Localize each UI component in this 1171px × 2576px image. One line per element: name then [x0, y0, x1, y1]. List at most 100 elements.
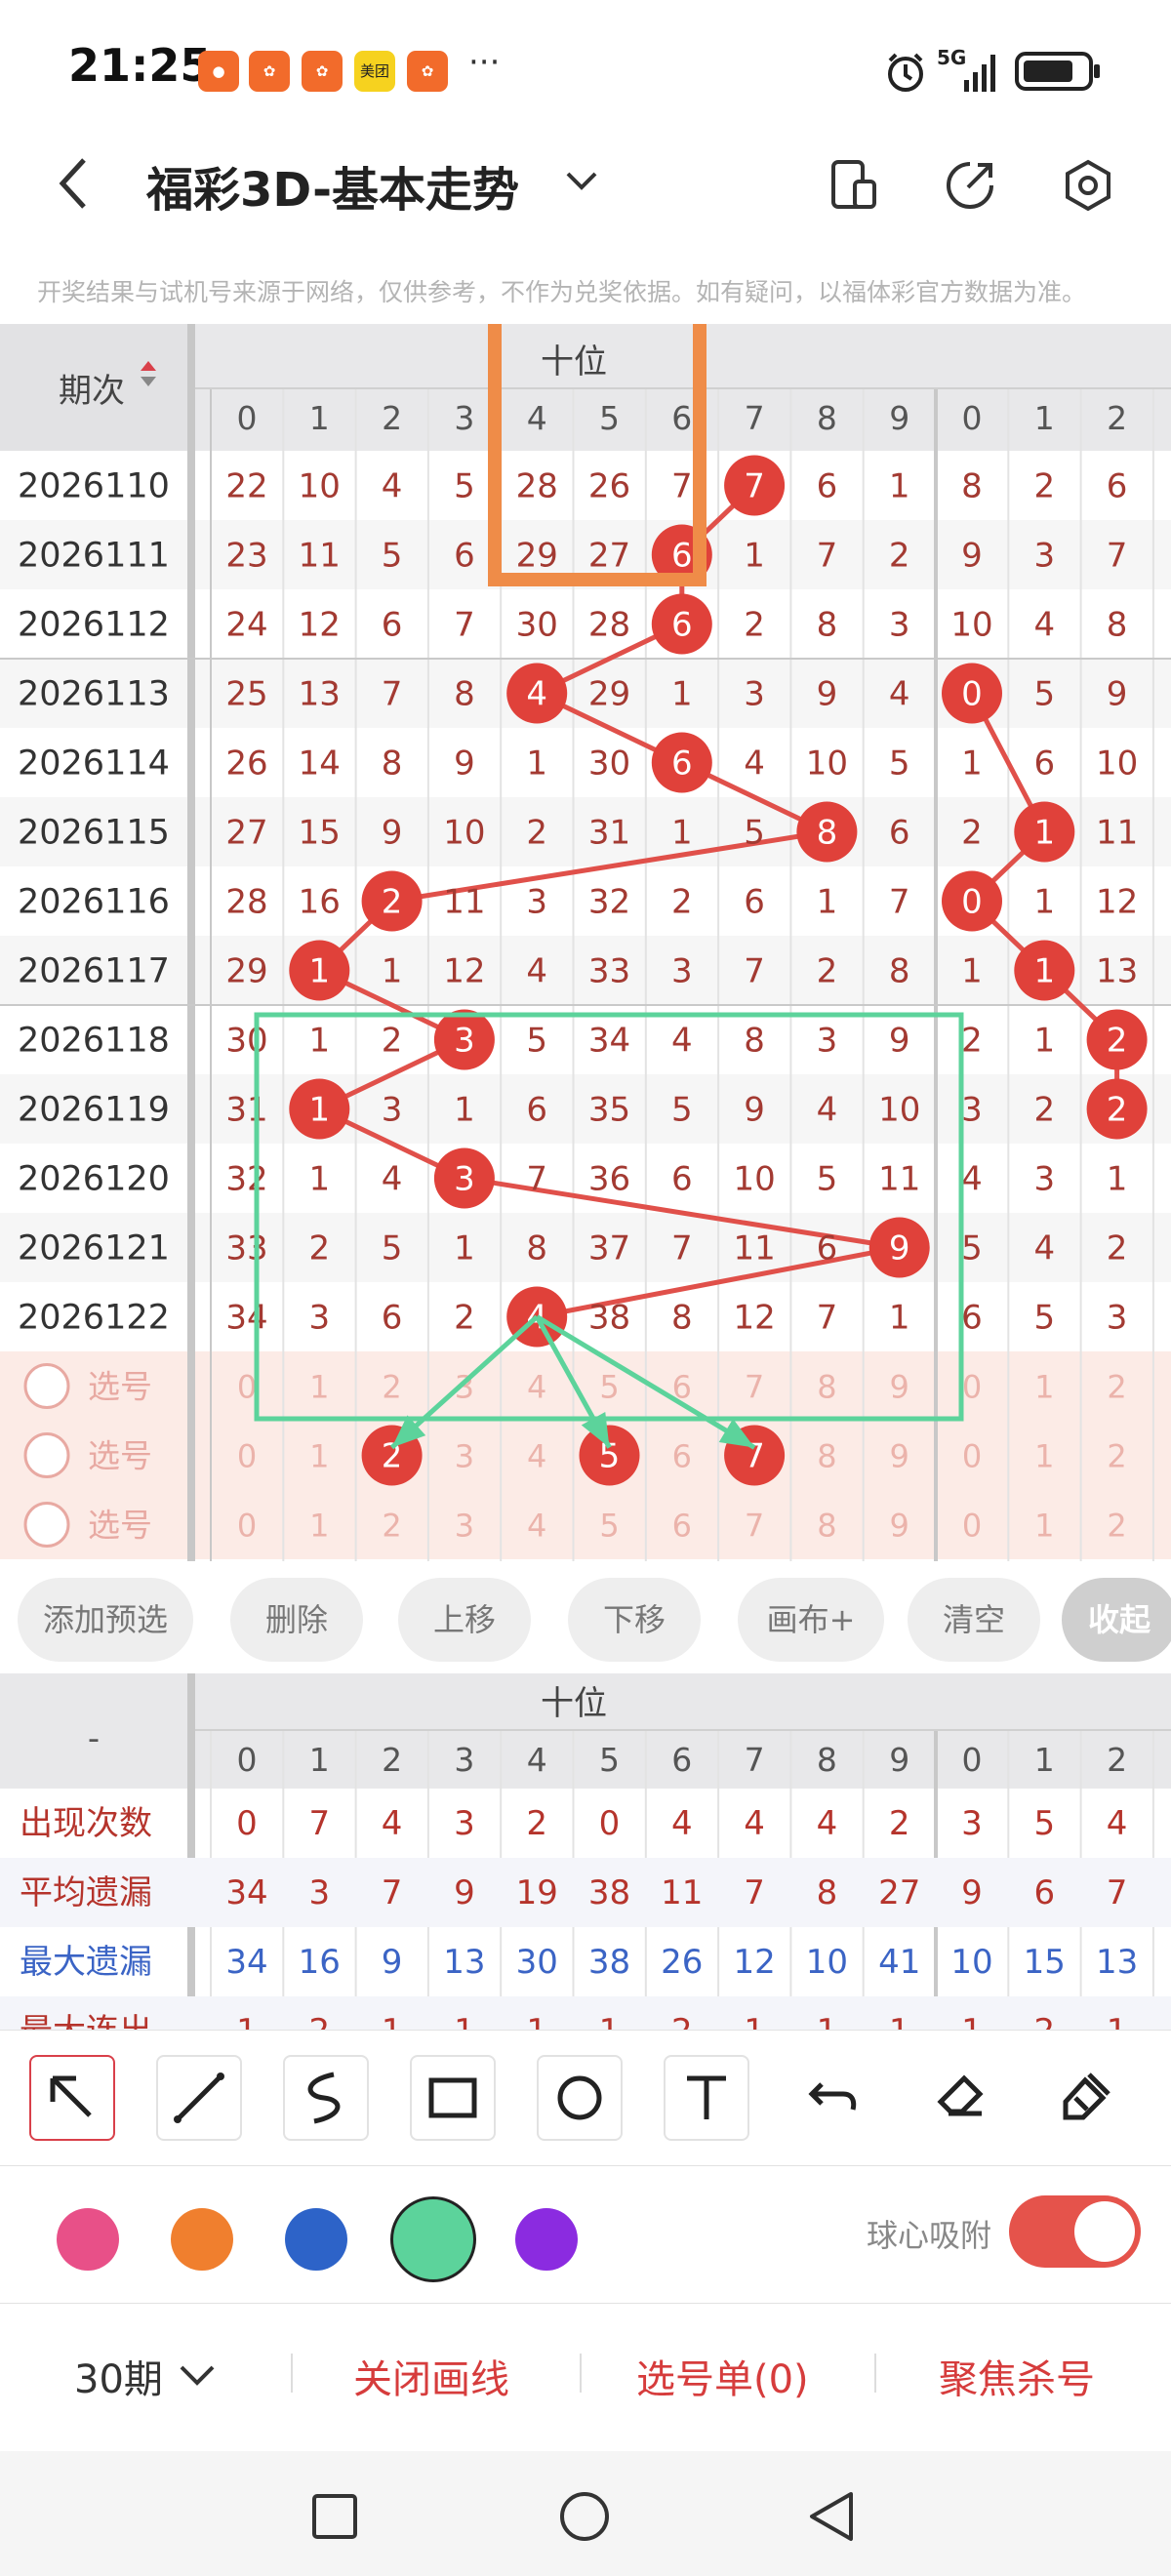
column-header: 5	[599, 399, 620, 437]
select-number[interactable]: 6	[672, 1438, 692, 1475]
back-nav-icon[interactable]	[806, 2490, 857, 2543]
canvas-plus-button[interactable]: 画布+	[738, 1578, 884, 1662]
select-number[interactable]: 0	[237, 1369, 257, 1406]
select-number[interactable]: 5	[599, 1508, 619, 1545]
chevron-down-icon[interactable]	[564, 166, 599, 195]
recent-apps-icon[interactable]	[310, 2492, 359, 2541]
select-number[interactable]: 0	[962, 1369, 982, 1406]
miss-count: 11	[443, 883, 485, 922]
brush-icon[interactable]	[1046, 2055, 1128, 2137]
trend-chart[interactable]: 期次十位0 1 2 3 4 5 6 7 8 9 0 1 22026110 22 10 4 5 28 26 7 7 6 1 8 2…	[0, 324, 1171, 1561]
select-number[interactable]: 4	[527, 1369, 546, 1406]
select-number[interactable]: 0	[962, 1438, 982, 1475]
select-number[interactable]: 7	[745, 1369, 764, 1406]
move-up-button[interactable]: 上移	[398, 1578, 531, 1662]
selection-list-button[interactable]: 选号单(0)	[636, 2348, 809, 2404]
select-number[interactable]: 8	[817, 1508, 836, 1545]
rectangle-icon[interactable]	[410, 2055, 496, 2141]
select-number[interactable]: 6	[672, 1508, 692, 1545]
stats-value: 4	[382, 1804, 403, 1843]
select-radio[interactable]	[23, 1363, 70, 1409]
text-icon[interactable]	[664, 2055, 749, 2141]
select-number[interactable]: 1	[1034, 1438, 1054, 1475]
miss-count: 29	[225, 952, 267, 991]
period-selector[interactable]: 30期	[74, 2348, 163, 2404]
miss-count: 5	[889, 745, 910, 784]
eraser-icon[interactable]	[919, 2055, 1001, 2137]
back-icon[interactable]	[51, 154, 94, 213]
select-number[interactable]: 2	[1107, 1508, 1126, 1545]
undo-icon[interactable]	[792, 2055, 874, 2137]
miss-count: 4	[382, 467, 403, 506]
miss-count: 36	[588, 1160, 630, 1199]
select-number[interactable]: 4	[527, 1508, 546, 1545]
select-number[interactable]: 1	[309, 1508, 329, 1545]
close-lines-button[interactable]: 关闭画线	[353, 2348, 509, 2404]
select-number[interactable]: 0	[962, 1508, 982, 1545]
color-swatch-green-selected[interactable]	[390, 2196, 476, 2282]
trend-table[interactable]: 期次 十位 0 1 2 3 4 5 6 7 8 9 0 1 2 2026110 22 10 4 5 28 26 7 7 6 1 8 2…	[0, 324, 1171, 1561]
select-arrow-icon[interactable]	[29, 2055, 115, 2141]
move-down-button[interactable]: 下移	[568, 1578, 701, 1662]
select-number[interactable]: 8	[817, 1438, 836, 1475]
miss-count: 3	[889, 606, 910, 645]
curve-icon[interactable]	[283, 2055, 369, 2141]
select-number[interactable]: 2	[382, 1369, 401, 1406]
select-number[interactable]: 1	[1034, 1508, 1054, 1545]
select-number[interactable]: 4	[527, 1438, 546, 1475]
miss-count: 1	[671, 675, 693, 714]
share-icon[interactable]	[941, 156, 999, 215]
line-icon[interactable]	[156, 2055, 242, 2141]
disclaimer-notice: 开奖结果与试机号来源于网络，仅供参考，不作为兑奖依据。如有疑问，以福体彩官方数据…	[37, 278, 1087, 306]
snap-toggle[interactable]	[1009, 2195, 1141, 2268]
hit-number: 2	[1107, 1022, 1128, 1061]
settings-icon[interactable]	[1059, 156, 1117, 215]
stats-value: 1	[1107, 2012, 1128, 2030]
select-number[interactable]: 2	[1107, 1438, 1126, 1475]
page-title[interactable]: 福彩3D-基本走势	[146, 151, 519, 220]
select-number[interactable]: 9	[890, 1369, 909, 1406]
focus-kill-button[interactable]: 聚焦杀号	[939, 2348, 1095, 2404]
select-number[interactable]: 3	[455, 1508, 474, 1545]
select-number[interactable]: 3	[455, 1438, 474, 1475]
clear-button[interactable]: 清空	[908, 1578, 1040, 1662]
select-number[interactable]: 9	[890, 1438, 909, 1475]
collapse-button[interactable]: 收起	[1062, 1578, 1171, 1662]
select-number[interactable]: 1	[1034, 1369, 1054, 1406]
select-number[interactable]: 0	[237, 1508, 257, 1545]
select-number[interactable]: 9	[890, 1508, 909, 1545]
stats-value: 8	[817, 1873, 838, 1912]
select-number[interactable]: 5	[599, 1369, 619, 1406]
select-radio[interactable]	[23, 1502, 70, 1548]
device-icon[interactable]	[826, 158, 880, 213]
home-icon[interactable]	[558, 2490, 611, 2543]
select-number[interactable]: 8	[817, 1369, 836, 1406]
color-swatch-purple[interactable]	[515, 2208, 578, 2271]
select-number[interactable]: 2	[1107, 1369, 1126, 1406]
miss-count: 7	[889, 883, 910, 922]
select-number[interactable]: 2	[382, 1508, 401, 1545]
period-cell: 2026115	[18, 814, 170, 853]
add-preselect-button[interactable]: 添加预选	[18, 1578, 193, 1662]
miss-count: 8	[817, 606, 838, 645]
miss-count: 28	[516, 467, 558, 506]
color-swatch-orange[interactable]	[171, 2208, 233, 2271]
hit-number: 1	[308, 952, 330, 991]
select-number[interactable]: 0	[237, 1438, 257, 1475]
miss-count: 6	[382, 606, 403, 645]
color-swatch-pink[interactable]	[57, 2208, 119, 2271]
miss-count: 4	[1033, 606, 1055, 645]
circle-icon[interactable]	[537, 2055, 623, 2141]
select-radio[interactable]	[23, 1432, 70, 1478]
hit-number: 1	[1033, 952, 1055, 991]
miss-count: 10	[878, 1091, 920, 1130]
select-number[interactable]: 1	[309, 1438, 329, 1475]
chevron-down-icon[interactable]	[178, 2361, 217, 2389]
color-swatch-blue[interactable]	[285, 2208, 347, 2271]
miss-count: 3	[1107, 1299, 1128, 1338]
select-number[interactable]: 7	[745, 1508, 764, 1545]
delete-button[interactable]: 删除	[230, 1578, 363, 1662]
stats-row-label: 最大遗漏	[20, 1943, 152, 1982]
select-number[interactable]: 1	[309, 1369, 329, 1406]
miss-count: 8	[671, 1299, 693, 1338]
